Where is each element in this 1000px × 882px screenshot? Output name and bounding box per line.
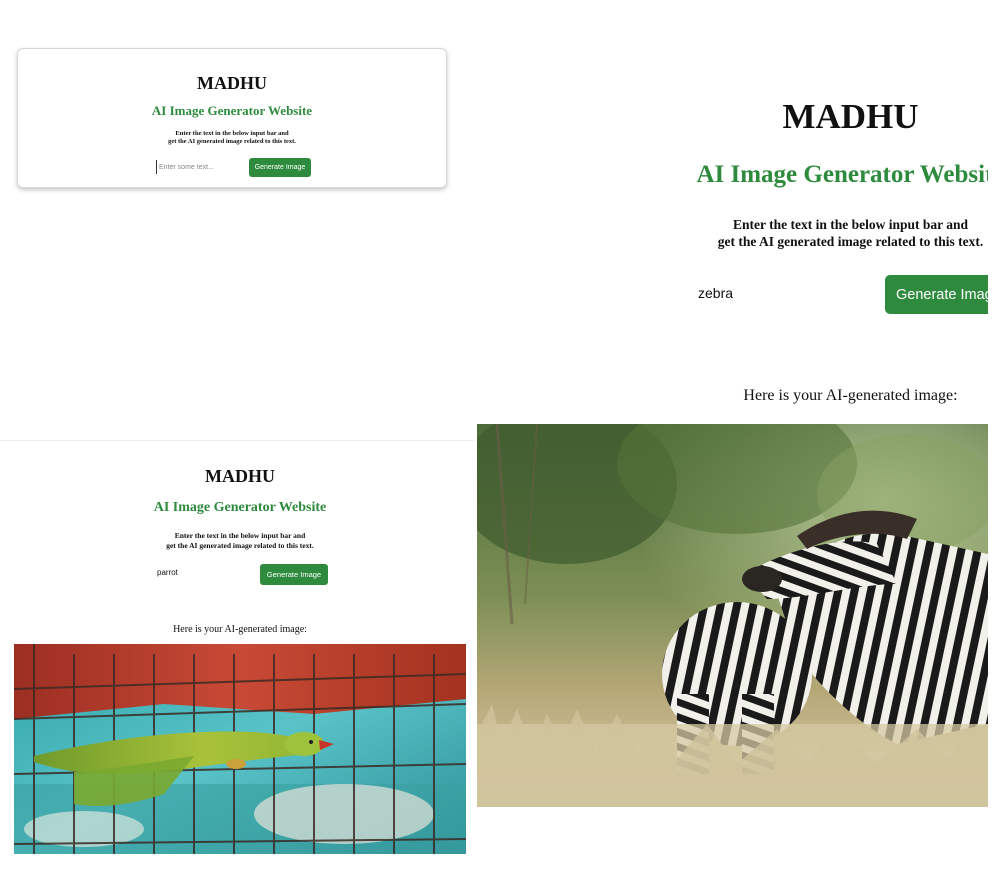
generated-image-zebra — [477, 424, 988, 807]
result-label: Here is your AI-generated image: — [743, 387, 958, 404]
prompt-input[interactable]: zebra — [698, 285, 858, 305]
generator-card-empty: MADHU AI Image Generator Website Enter t… — [17, 48, 447, 188]
generated-image-parrot — [14, 644, 466, 854]
generator-view-zebra: MADHU AI Image Generator Website Enter t… — [477, 60, 988, 881]
brand-title: MADHU — [197, 73, 267, 93]
prompt-input[interactable] — [156, 160, 244, 174]
description-line-1: Enter the text in the below input bar an… — [732, 217, 969, 232]
description: Enter the text in the below input bar an… — [18, 130, 446, 146]
description: Enter the text in the below input bar an… — [477, 216, 988, 250]
page-subtitle: AI Image Generator Website — [153, 500, 327, 515]
generate-image-button[interactable]: Generate Image — [885, 275, 988, 314]
page-subtitle: AI Image Generator Website — [151, 103, 313, 118]
description-line-1: Enter the text in the below input bar an… — [174, 531, 306, 540]
prompt-input[interactable]: parrot — [157, 568, 247, 580]
brand-title: MADHU — [782, 97, 919, 136]
brand-title: MADHU — [205, 466, 275, 486]
generate-image-button[interactable]: Generate Image — [249, 158, 311, 177]
description-line-1: Enter the text in the below input bar an… — [175, 130, 289, 137]
result-label: Here is your AI-generated image: — [173, 624, 307, 635]
description-line-2: get the AI generated image related to th… — [168, 138, 296, 145]
generator-view-parrot: MADHU AI Image Generator Website Enter t… — [0, 440, 475, 882]
description-line-2: get the AI generated image related to th… — [166, 540, 314, 550]
description-line-2: get the AI generated image related to th… — [717, 234, 984, 249]
page-subtitle: AI Image Generator Website — [696, 161, 988, 188]
description: Enter the text in the below input bar an… — [0, 531, 475, 550]
generate-image-button[interactable]: Generate Image — [260, 564, 328, 585]
